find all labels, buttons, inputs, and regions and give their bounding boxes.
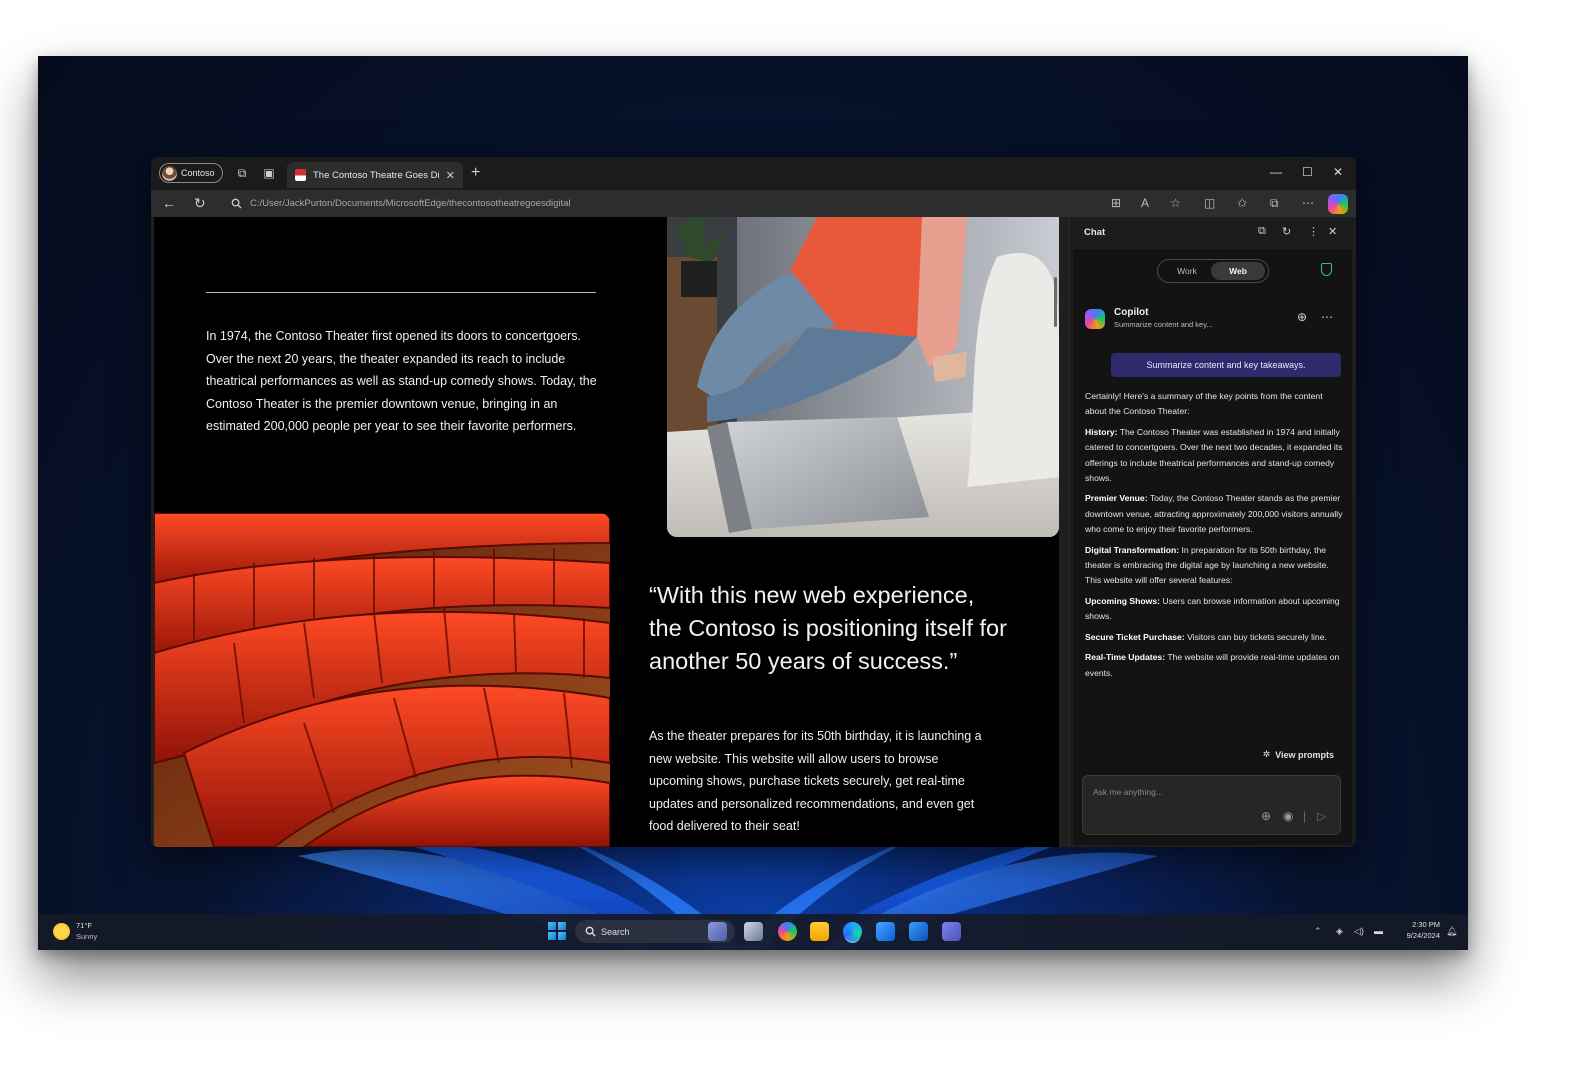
prompts-icon: ✲ <box>1262 749 1271 759</box>
chat-more-icon[interactable]: ⋮ <box>1308 225 1319 238</box>
theater-seats-photo <box>154 513 610 847</box>
volume-icon[interactable]: ◁) <box>1354 926 1364 937</box>
web-page: In 1974, the Contoso Theater first opene… <box>154 217 1059 847</box>
shield-icon <box>1321 263 1332 276</box>
clock-date[interactable]: 9/24/2024 <box>1407 931 1440 940</box>
response-point: Upcoming Shows: Users can browse informa… <box>1085 595 1340 622</box>
task-view-icon[interactable] <box>708 922 727 941</box>
refresh-icon[interactable]: ↻ <box>194 196 206 210</box>
collections-icon[interactable]: ⧉ <box>1270 196 1279 210</box>
chat-body: Work Web Copilot Summarize content and k… <box>1073 249 1352 845</box>
workspaces-icon[interactable]: ⧉ <box>235 166 249 180</box>
read-aloud-icon[interactable]: A <box>1141 196 1149 210</box>
outlook-icon[interactable] <box>909 922 928 941</box>
chat-header: Chat ⧉ ↻ ⋮ ✕ <box>1070 217 1354 247</box>
scrollbar-thumb[interactable] <box>1054 277 1057 327</box>
toggle-work[interactable]: Work <box>1162 263 1212 279</box>
app-available-icon[interactable]: ⊞ <box>1111 196 1121 210</box>
split-screen-icon[interactable]: ◫ <box>1204 196 1215 210</box>
user-message: Summarize content and key takeaways. <box>1111 353 1341 377</box>
chat-input[interactable] <box>1093 787 1323 797</box>
teams-icon[interactable] <box>942 922 961 941</box>
copilot-taskbar-icon[interactable] <box>778 922 797 941</box>
profile-button[interactable]: Contoso <box>159 163 223 183</box>
widgets-icon[interactable] <box>744 922 763 941</box>
minimize-icon[interactable]: — <box>1270 165 1282 179</box>
response-point: Digital Transformation: In preparation f… <box>1085 544 1329 586</box>
bot-subtitle: Summarize content and key... <box>1114 320 1213 329</box>
work-web-toggle[interactable]: Work Web <box>1157 259 1269 283</box>
conversation-header: Copilot Summarize content and key... ⊕ ⋯ <box>1085 307 1340 333</box>
add-attachment-icon[interactable]: ⊕ <box>1261 809 1271 823</box>
back-icon[interactable]: ← <box>162 196 176 210</box>
address-bar: ← ↻ C:/User/JackPurton/Documents/Microso… <box>151 190 1356 217</box>
tab-actions-icon[interactable]: ▣ <box>262 166 276 180</box>
conversation-more-icon[interactable]: ⋯ <box>1321 310 1333 324</box>
desktop: Contoso ⧉ ▣ The Contoso Theatre Goes Dig… <box>38 56 1468 950</box>
battery-icon[interactable]: ▬ <box>1374 926 1383 936</box>
tab-favicon-icon <box>295 169 306 181</box>
taskbar: 71°F Sunny Search ⌃ ◈ ◁) ▬ 2:30 PM 9/24/… <box>38 914 1468 950</box>
view-prompts-label: View prompts <box>1275 749 1334 760</box>
network-icon[interactable]: ◈ <box>1336 926 1343 937</box>
search-label: Search <box>601 926 630 937</box>
notifications-icon[interactable]: 🔔︎ <box>1446 926 1457 937</box>
mention-icon[interactable]: ◉ <box>1283 809 1293 823</box>
copilot-chat-pane: Chat ⧉ ↻ ⋮ ✕ Work Web Copilot Summarize … <box>1069 217 1354 845</box>
search-icon <box>231 198 242 209</box>
show-hidden-icons-icon[interactable]: ⌃ <box>1314 926 1322 937</box>
laptop-photo <box>667 217 1059 537</box>
tab-title: The Contoso Theatre Goes Digi... <box>313 169 439 181</box>
close-chat-icon[interactable]: ✕ <box>1328 225 1337 238</box>
weather-temperature[interactable]: 71°F <box>76 921 92 930</box>
response-point: History: The Contoso Theater was establi… <box>1085 426 1343 484</box>
tab-contoso-theatre[interactable]: The Contoso Theatre Goes Digi... ✕ <box>287 162 463 188</box>
search-icon <box>585 926 596 937</box>
new-tab-icon[interactable]: + <box>471 164 480 182</box>
input-divider: | <box>1303 809 1307 823</box>
close-tab-icon[interactable]: ✕ <box>446 169 455 182</box>
toggle-web[interactable]: Web <box>1211 262 1265 280</box>
title-bar: Contoso ⧉ ▣ The Contoso Theatre Goes Dig… <box>151 157 1356 190</box>
close-window-icon[interactable]: ✕ <box>1333 165 1343 179</box>
weather-sun-icon[interactable] <box>53 923 70 940</box>
weather-condition[interactable]: Sunny <box>76 932 97 941</box>
copilot-logo-icon <box>1085 309 1105 329</box>
profile-label: Contoso <box>181 168 215 178</box>
intro-paragraph: In 1974, the Contoso Theater first opene… <box>206 329 597 433</box>
response-point: Premier Venue: Today, the Contoso Theate… <box>1085 493 1343 535</box>
copilot-icon[interactable] <box>1328 194 1348 214</box>
refresh-chat-icon[interactable]: ↻ <box>1282 225 1291 238</box>
edge-icon[interactable] <box>843 922 862 941</box>
chat-title: Chat <box>1084 227 1106 238</box>
start-button[interactable] <box>548 922 566 940</box>
bot-name: Copilot <box>1114 307 1149 318</box>
file-explorer-icon[interactable] <box>810 922 829 941</box>
browser-window: Contoso ⧉ ▣ The Contoso Theatre Goes Dig… <box>151 157 1356 847</box>
view-prompts-button[interactable]: ✲ View prompts <box>1263 749 1334 760</box>
url-text: C:/User/JackPurton/Documents/MicrosoftEd… <box>250 198 571 209</box>
response-point: Secure Ticket Purchase: Visitors can buy… <box>1085 631 1327 642</box>
pull-quote: “With this new web experience, the Conto… <box>649 582 1007 674</box>
favorite-star-icon[interactable]: ☆ <box>1170 196 1181 210</box>
page-scrollbar[interactable] <box>1053 217 1059 847</box>
store-icon[interactable] <box>876 922 895 941</box>
favorites-icon[interactable]: ✩ <box>1237 196 1247 210</box>
open-in-new-icon[interactable]: ⧉ <box>1258 225 1266 238</box>
send-icon[interactable]: ▷ <box>1317 809 1326 823</box>
more-icon[interactable]: ⋯ <box>1302 196 1314 210</box>
clock-time[interactable]: 2:30 PM <box>1412 920 1440 929</box>
response-point: Real-Time Updates: The website will prov… <box>1085 652 1340 678</box>
chat-composer: ⊕ ◉ | ▷ <box>1082 775 1341 835</box>
copilot-response: Certainly! Here's a summary of the key p… <box>1085 389 1343 686</box>
divider <box>206 292 596 293</box>
new-topic-icon[interactable]: ⊕ <box>1297 310 1307 324</box>
body-paragraph: As the theater prepares for its 50th bir… <box>649 729 982 833</box>
avatar <box>162 165 177 181</box>
response-intro: Certainly! Here's a summary of the key p… <box>1085 391 1323 417</box>
url-field[interactable]: C:/User/JackPurton/Documents/MicrosoftEd… <box>223 194 1093 213</box>
maximize-icon[interactable]: ☐ <box>1302 165 1313 179</box>
